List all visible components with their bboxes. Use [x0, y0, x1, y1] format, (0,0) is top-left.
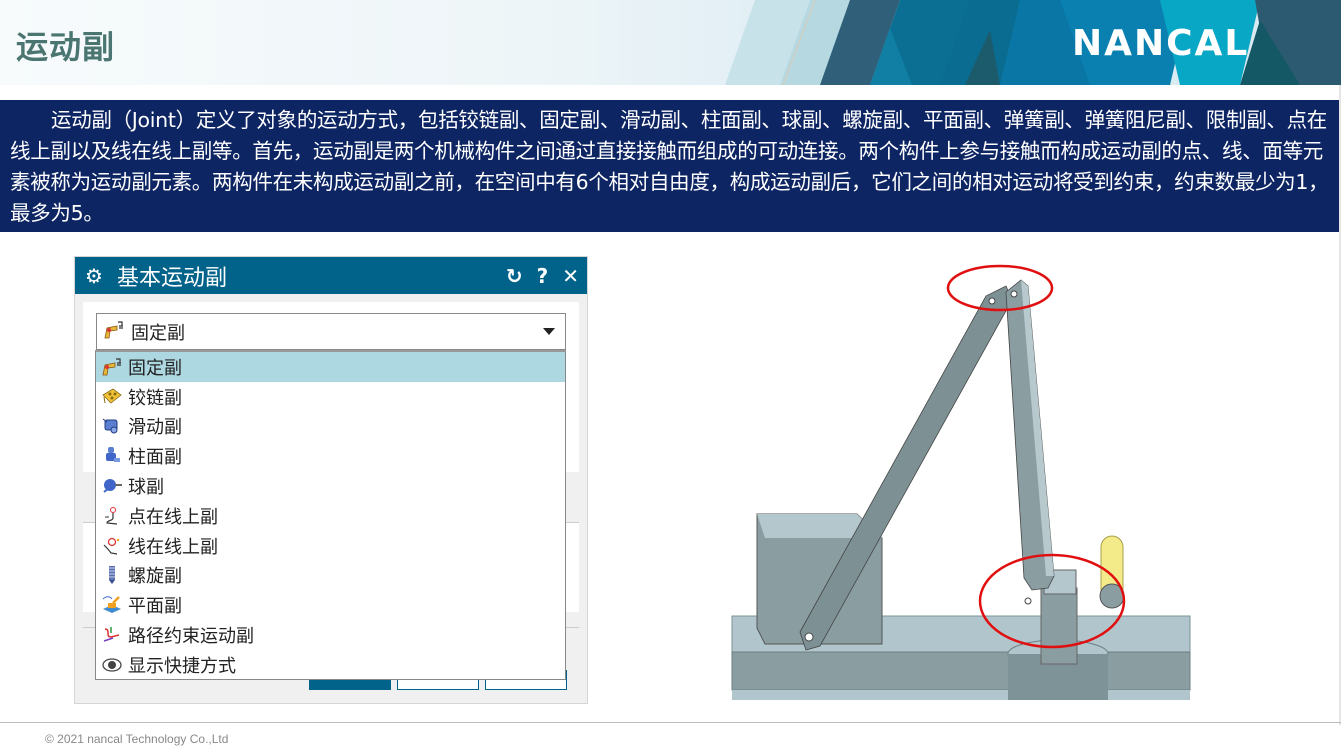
- link-hole: [1024, 597, 1032, 605]
- intro-text: 运动副（Joint）定义了对象的运动方式，包括铰链副、固定副、滑动副、柱面副、球…: [10, 108, 1329, 225]
- nancal-logo: NANCAL: [1072, 23, 1250, 64]
- option-label: 显示快捷方式: [128, 655, 236, 677]
- help-icon[interactable]: ?: [537, 264, 549, 288]
- option-label: 路径约束运动副: [128, 626, 254, 648]
- footer-divider: [0, 722, 1341, 723]
- option-curve-on-curve[interactable]: 线在线上副: [96, 531, 565, 561]
- dialog-titlebar[interactable]: ⚙ 基本运动副 ↻ ? ✕: [75, 257, 587, 294]
- option-revolute-joint[interactable]: 铰链副: [96, 382, 565, 412]
- option-label: 柱面副: [128, 447, 182, 469]
- option-fixed-joint[interactable]: 固定副: [96, 352, 565, 382]
- slide: 运动副 NANCAL 运动副（Joint）定义了对象的运动方式，包括铰链副、固定…: [0, 0, 1341, 750]
- link-hole: [988, 297, 996, 305]
- option-path-constraint[interactable]: 路径约束运动副: [96, 620, 565, 650]
- eye-icon: [100, 654, 124, 676]
- option-cylindrical-joint[interactable]: 柱面副: [96, 441, 565, 471]
- option-slider-joint[interactable]: 滑动副: [96, 412, 565, 442]
- chevron-down-icon[interactable]: [543, 328, 555, 335]
- mechanism-model-image: [731, 264, 1191, 700]
- link-hole: [1010, 290, 1018, 298]
- joint-type-dropdown[interactable]: 固定副 铰链副 滑动副 柱面副 球副 点在线上副 线在线上副 螺旋副 平面副 路…: [95, 350, 566, 680]
- option-label: 球副: [128, 477, 164, 499]
- reset-icon[interactable]: ↻: [506, 264, 523, 288]
- post: [1040, 587, 1078, 665]
- base-rail-bottom: [732, 690, 1190, 700]
- option-label: 螺旋副: [128, 566, 182, 588]
- dialog-title: 基本运动副: [117, 265, 228, 291]
- option-ball-joint[interactable]: 球副: [96, 471, 565, 501]
- close-icon[interactable]: ✕: [562, 264, 579, 288]
- option-label: 滑动副: [128, 417, 182, 439]
- base-rail-front: [731, 651, 1191, 691]
- gear-icon[interactable]: ⚙: [85, 264, 107, 288]
- slide-title: 运动副: [16, 28, 116, 66]
- revolute-joint-icon: [100, 386, 124, 408]
- option-point-on-curve[interactable]: 点在线上副: [96, 501, 565, 531]
- point-on-curve-icon: [100, 505, 124, 527]
- header-banner: 运动副 NANCAL: [0, 0, 1341, 85]
- path-constraint-icon: [100, 624, 124, 646]
- planar-joint-icon: [100, 594, 124, 616]
- option-label: 铰链副: [128, 387, 182, 409]
- option-label: 点在线上副: [128, 506, 218, 528]
- ball-joint-icon: [100, 475, 124, 497]
- fixed-joint-icon: [103, 320, 125, 344]
- footer-copyright: © 2021 nancal Technology Co.,Ltd: [45, 732, 229, 746]
- joint-type-select[interactable]: 固定副: [96, 313, 566, 350]
- option-screw-joint[interactable]: 螺旋副: [96, 561, 565, 591]
- joint-type-value: 固定副: [131, 322, 185, 344]
- screw-joint-icon: [100, 564, 124, 586]
- fixed-joint-icon: [100, 356, 124, 378]
- slider-joint-icon: [100, 415, 124, 437]
- option-show-shortcuts[interactable]: 显示快捷方式: [96, 650, 565, 680]
- intro-panel: 运动副（Joint）定义了对象的运动方式，包括铰链副、固定副、滑动副、柱面副、球…: [0, 100, 1339, 232]
- option-label: 线在线上副: [128, 536, 218, 558]
- option-label: 平面副: [128, 596, 182, 618]
- cylindrical-joint-icon: [100, 445, 124, 467]
- option-planar-joint[interactable]: 平面副: [96, 590, 565, 620]
- curve-on-curve-icon: [100, 535, 124, 557]
- link-hole: [804, 632, 814, 642]
- option-label: 固定副: [128, 357, 182, 379]
